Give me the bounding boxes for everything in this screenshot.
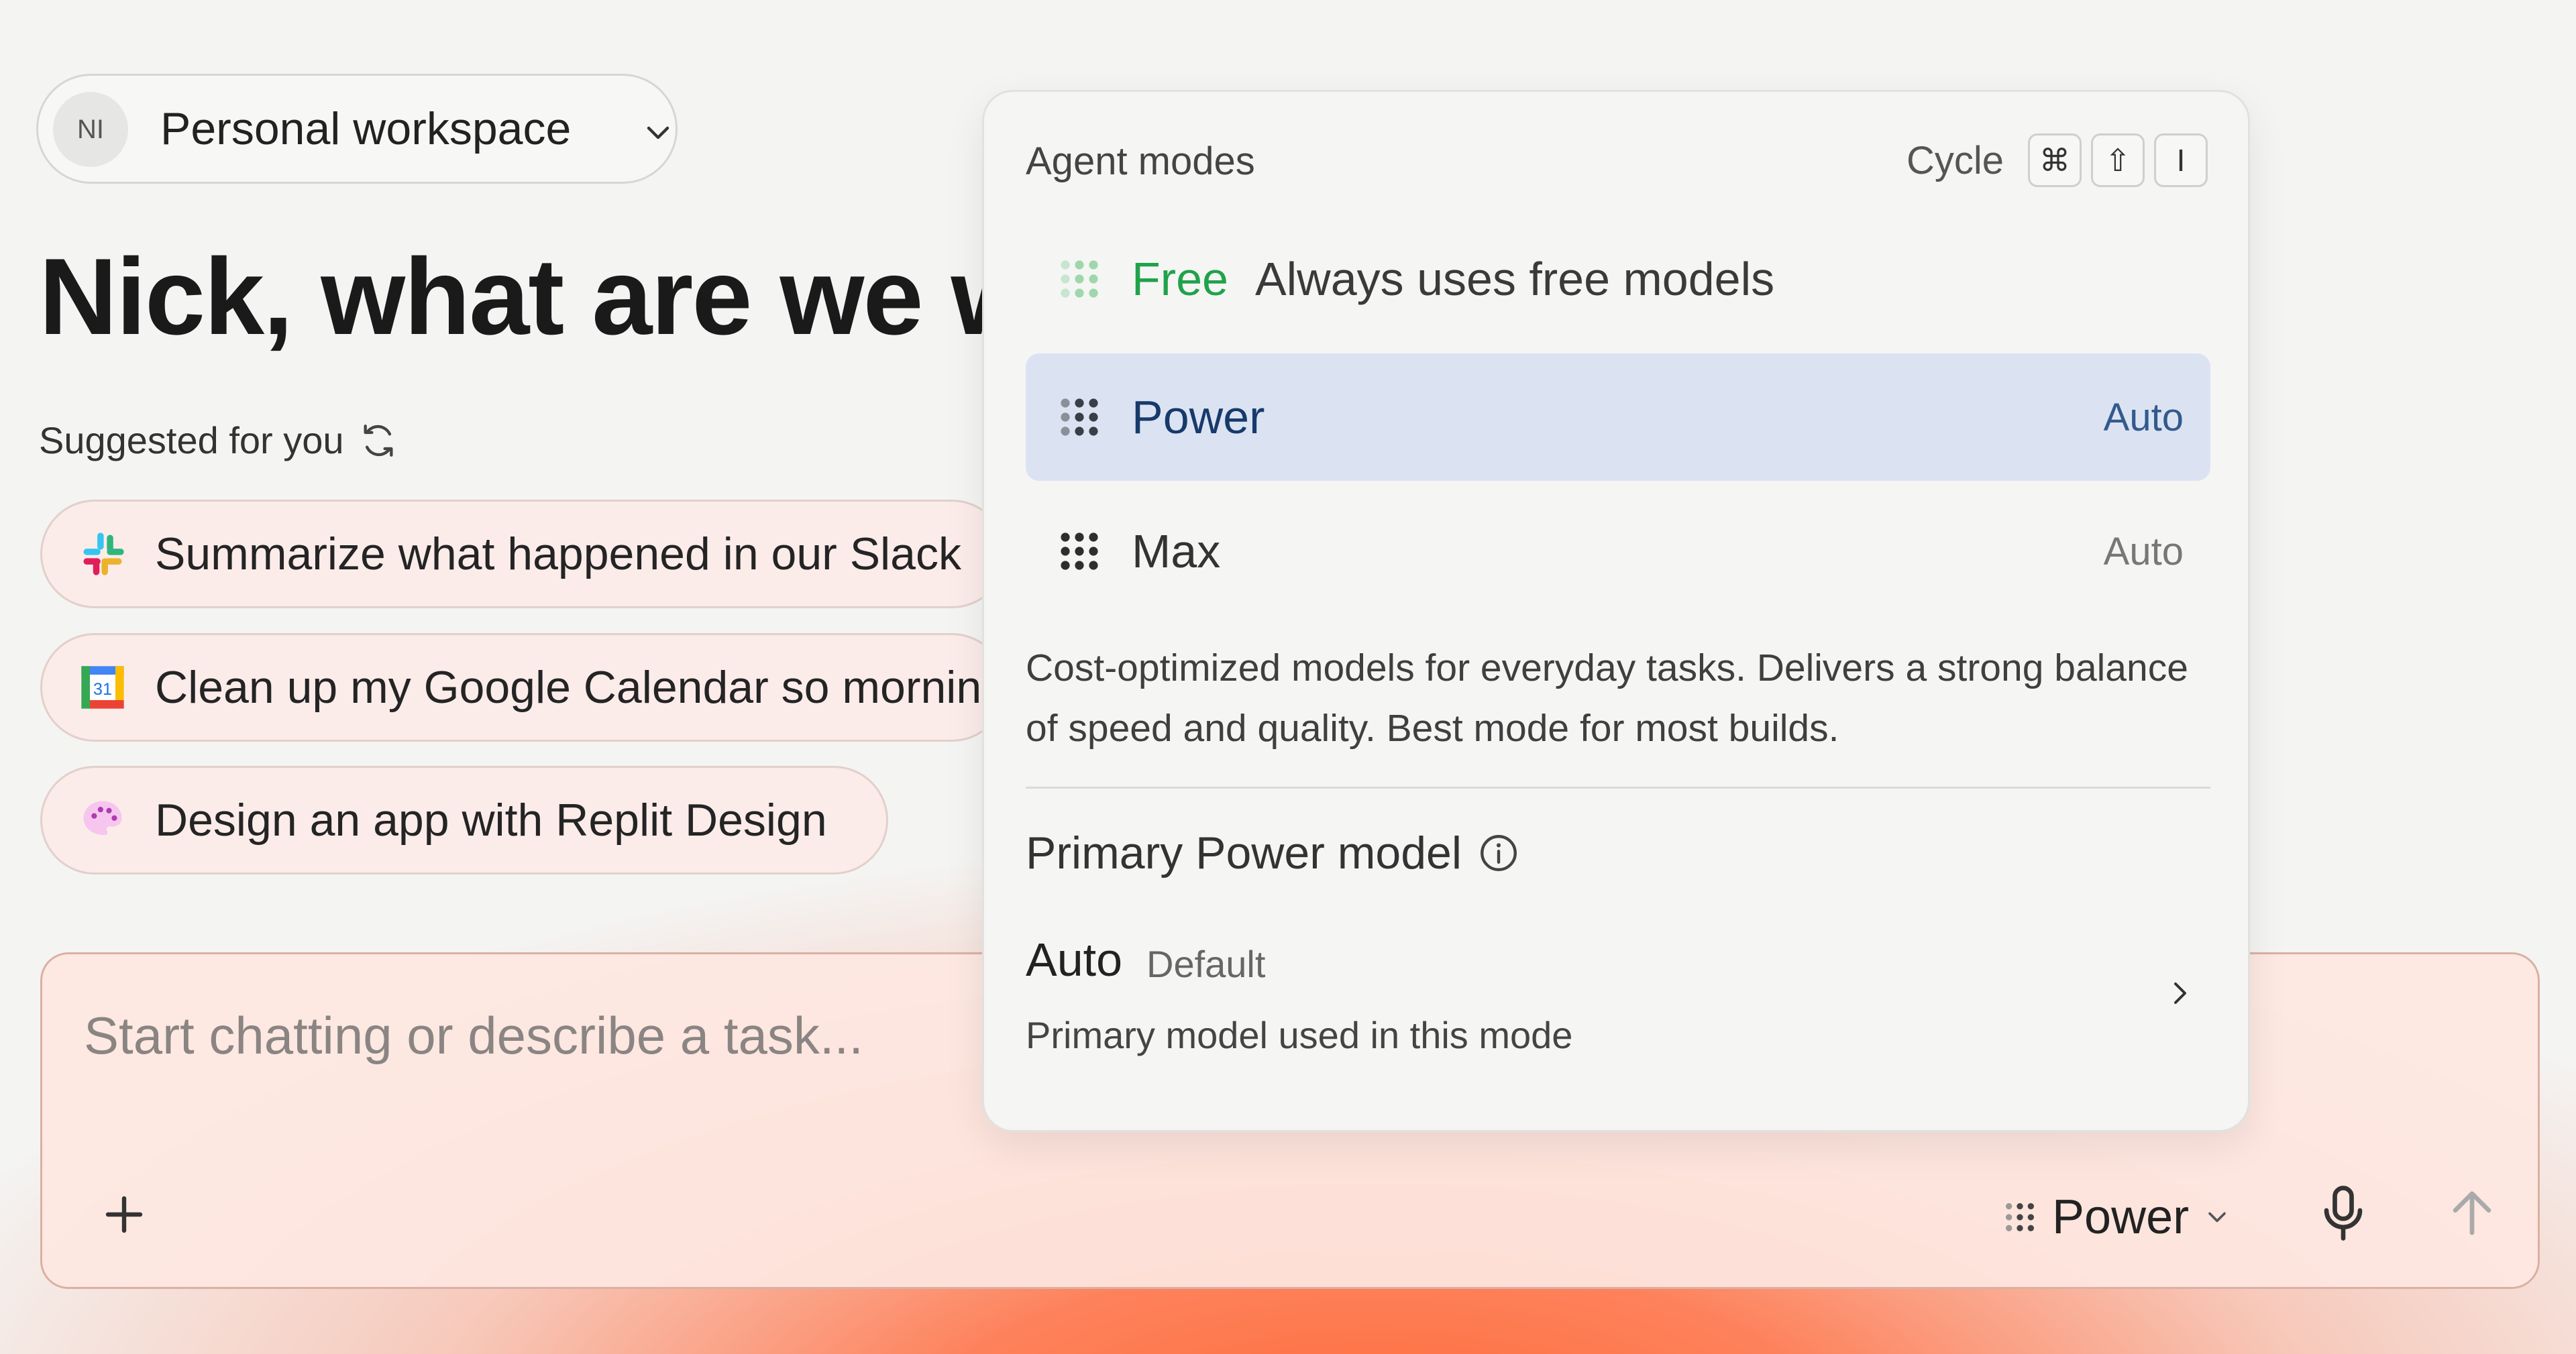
primary-model-heading-label: Primary Power model [1026,828,1462,879]
mode-name: Max [1132,525,1221,577]
workspace-switcher[interactable]: NI Personal workspace [36,74,678,184]
palette-icon [83,801,122,836]
dot-grid-icon [1061,532,1098,570]
suggestions-heading-label: Suggested for you [39,419,344,461]
refresh-icon[interactable] [359,421,398,460]
shift-key-icon: ⇧ [2091,133,2145,187]
chat-input[interactable]: Start chatting or describe a task... [84,1005,863,1066]
send-arrow-icon[interactable] [2438,1180,2506,1247]
popover-title: Agent modes [1026,139,1255,183]
agent-modes-popover: Agent modes Cycle ⌘ ⇧ I Free Always uses… [982,90,2250,1132]
mode-option-power[interactable]: Power Auto [1026,353,2210,481]
page-title: Nick, what are we wo [39,236,1101,357]
suggestion-chip-calendar[interactable]: 31 Clean up my Google Calendar so mornin [40,633,1006,742]
mode-name: Power [1132,391,1265,443]
suggestion-chip-design[interactable]: Design an app with Replit Design [40,766,888,875]
chevron-down-icon [2208,1212,2226,1223]
info-icon[interactable] [1477,831,1521,875]
mode-option-max[interactable]: Max Auto [1026,488,2210,615]
suggestion-chip-slack[interactable]: Summarize what happened in our Slack [40,500,1006,608]
mode-description-text: Cost-optimized models for everyday tasks… [1026,646,2188,750]
cycle-label: Cycle [1906,138,2004,182]
primary-model-description: Primary model used in this mode [1026,1014,1573,1056]
dot-grid-icon [1061,398,1098,436]
agent-mode-label: Power [2052,1190,2190,1244]
command-key-icon: ⌘ [2028,133,2082,187]
i-key: I [2154,133,2208,187]
mode-description: Always uses free models [1254,253,1775,305]
primary-model-heading: Primary Power model [1026,827,1521,879]
divider [1026,787,2210,789]
cycle-shortcut: Cycle ⌘ ⇧ I [1907,133,2208,187]
agent-mode-button[interactable]: Power [2001,1190,2232,1244]
dot-grid-icon [2006,1203,2034,1231]
mode-tag: Auto [2103,529,2184,573]
default-badge: Default [1146,943,1266,985]
dot-grid-icon [1061,260,1098,298]
suggestion-text: Design an app with Replit Design [155,795,827,846]
primary-model-selector[interactable]: Auto Default Primary model used in this … [1026,923,2210,1071]
mode-name: Free [1132,253,1228,305]
add-attachment-button[interactable] [92,1182,156,1247]
chevron-down-icon [647,126,669,139]
slack-icon [83,532,124,575]
chevron-right-icon [2174,982,2186,1004]
primary-model-value: Auto [1026,934,1122,986]
calendar-day: 31 [93,680,112,699]
suggestion-text: Clean up my Google Calendar so mornin [155,662,982,713]
avatar: NI [53,92,128,167]
microphone-icon[interactable] [2310,1180,2377,1247]
suggestions-heading: Suggested for you [39,418,398,462]
mode-tag: Auto [2103,395,2184,439]
suggestion-text: Summarize what happened in our Slack [155,528,961,579]
mode-option-free[interactable]: Free Always uses free models [1026,215,2210,343]
workspace-label: Personal workspace [160,103,572,154]
google-calendar-icon: 31 [81,666,124,709]
